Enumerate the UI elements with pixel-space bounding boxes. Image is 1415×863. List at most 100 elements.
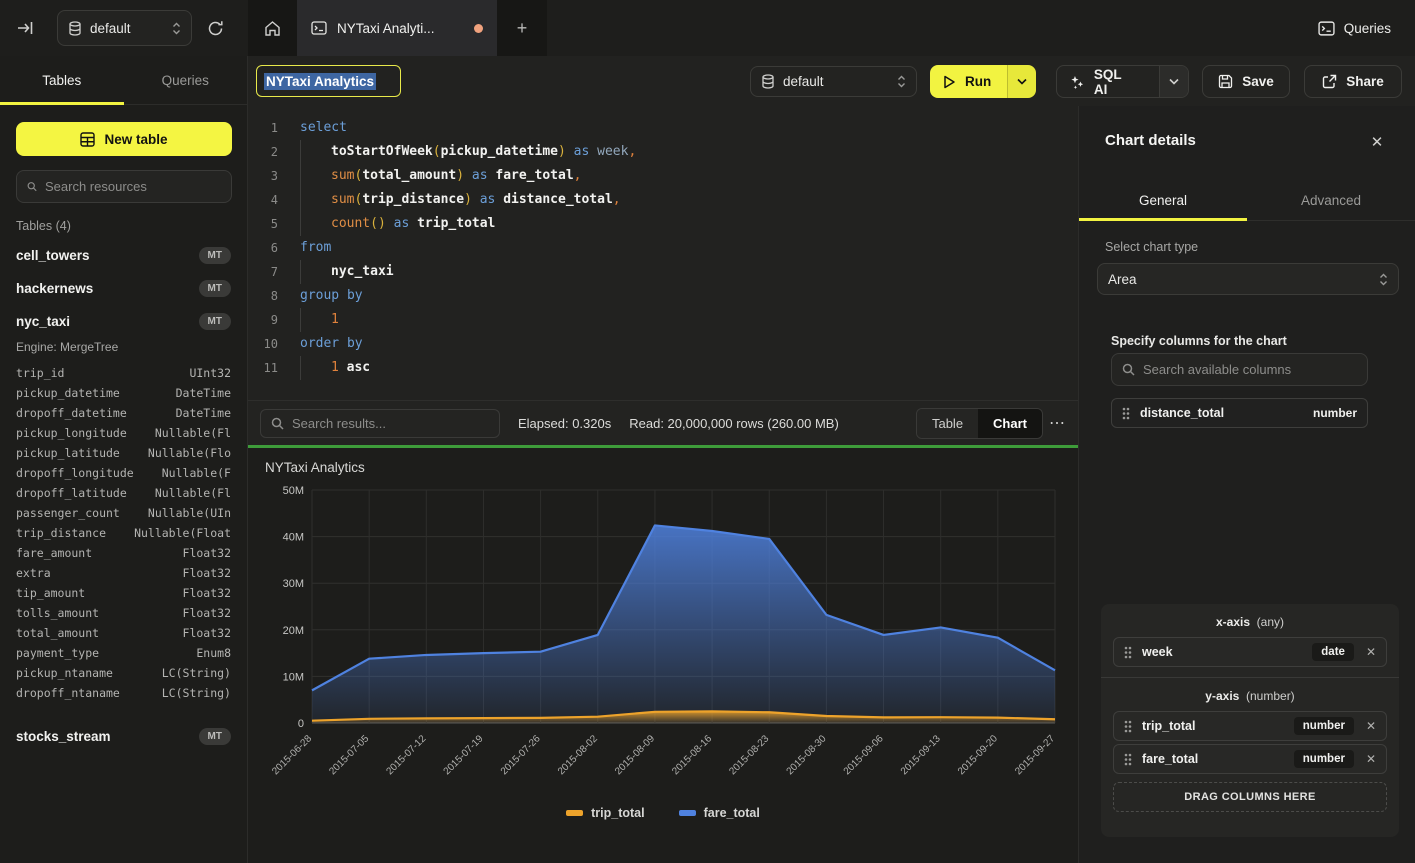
column-name: tip_amount	[16, 586, 85, 606]
new-tab-button[interactable]: +	[497, 0, 547, 56]
topbar-database-value: default	[90, 21, 164, 36]
query-database-selector[interactable]: default	[750, 66, 917, 97]
drag-handle-icon	[1124, 720, 1132, 733]
x-tick-label: 2015-08-16	[670, 733, 714, 777]
sidebar-collapse-button[interactable]	[14, 17, 38, 39]
run-button[interactable]: Run	[930, 65, 1007, 98]
code-token: pickup_datetime	[441, 144, 558, 159]
code-token: (	[370, 216, 378, 231]
code-token	[472, 192, 480, 207]
code-content: group by	[278, 284, 363, 308]
results-more-button[interactable]: ⋯	[1049, 413, 1066, 433]
column-chip[interactable]: weekdate✕	[1113, 637, 1387, 667]
tab-advanced[interactable]: Advanced	[1247, 180, 1415, 220]
table-row[interactable]: stocks_streamMT	[0, 720, 247, 753]
search-icon	[271, 417, 284, 430]
x-tick-label: 2015-09-20	[956, 733, 1000, 777]
column-chip[interactable]: fare_totalnumber✕	[1113, 744, 1387, 774]
code-token: sum	[331, 192, 354, 207]
queries-button[interactable]: Queries	[1318, 13, 1391, 43]
code-token: week	[597, 144, 628, 159]
table-view-button[interactable]: Table	[917, 409, 978, 438]
table-name: stocks_stream	[16, 729, 199, 744]
column-chip-type: number	[1294, 717, 1354, 735]
code-token: )	[378, 216, 386, 231]
columns-search	[1111, 353, 1368, 386]
chart-svg: 010M20M30M40M50M2015-06-282015-07-052015…	[248, 448, 1078, 800]
code-token: order by	[300, 336, 363, 351]
remove-column-button[interactable]: ✕	[1364, 645, 1376, 659]
play-icon	[943, 75, 956, 89]
resource-search-input[interactable]	[45, 179, 221, 194]
query-tab[interactable]: NYTaxi Analyti...	[297, 0, 497, 56]
remove-column-button[interactable]: ✕	[1364, 719, 1376, 733]
run-options-button[interactable]	[1007, 65, 1036, 98]
code-line: 6from	[248, 236, 1078, 260]
engine-badge: MT	[199, 313, 231, 330]
column-chip[interactable]: distance_totalnumber	[1111, 398, 1368, 428]
code-token: ,	[613, 192, 621, 207]
legend-item[interactable]: trip_total	[566, 806, 644, 820]
column-name: dropoff_latitude	[16, 486, 127, 506]
column-row: trip_idUInt32	[16, 366, 231, 386]
save-button[interactable]: Save	[1202, 65, 1290, 98]
indent-guide	[300, 260, 331, 284]
code-content: count() as trip_total	[278, 212, 495, 236]
column-row: tip_amount Float32	[16, 586, 231, 606]
table-row[interactable]: hackernewsMT	[0, 272, 247, 305]
line-number: 7	[248, 260, 278, 284]
sql-editor[interactable]: 1select2toStartOfWeek(pickup_datetime) a…	[248, 106, 1078, 400]
table-row[interactable]: cell_towersMT	[0, 239, 247, 272]
line-number: 9	[248, 308, 278, 332]
column-name: pickup_datetime	[16, 386, 120, 406]
code-token: nyc_taxi	[331, 264, 394, 279]
line-number: 10	[248, 332, 278, 356]
columns-search-input[interactable]	[1143, 362, 1357, 377]
column-name: dropoff_ntaname	[16, 686, 120, 706]
line-number: 8	[248, 284, 278, 308]
x-axis-columns: weekdate✕	[1113, 637, 1387, 667]
column-type: Float32	[183, 586, 231, 606]
results-bar: Elapsed: 0.320s Read: 20,000,000 rows (2…	[248, 400, 1078, 445]
sql-ai-button[interactable]: SQL AI	[1057, 66, 1150, 97]
home-tab[interactable]	[248, 0, 297, 56]
code-token	[386, 216, 394, 231]
available-columns: distance_totalnumber	[1111, 398, 1368, 431]
refresh-button[interactable]	[202, 15, 228, 41]
results-search-input[interactable]	[292, 416, 489, 431]
close-panel-button[interactable]: ✕	[1365, 130, 1389, 154]
query-title-input[interactable]: NYTaxi Analytics	[256, 65, 401, 97]
y-axis-columns: trip_totalnumber✕fare_totalnumber✕	[1113, 711, 1387, 774]
table-row[interactable]: nyc_taxiMT	[0, 305, 247, 338]
column-type: Enum8	[196, 646, 231, 666]
column-row: pickup_longitudeNullable(Fl	[16, 426, 231, 446]
y-tick-label: 20M	[283, 625, 304, 637]
sidebar-tab-queries[interactable]: Queries	[124, 56, 248, 104]
topbar-database-selector[interactable]: default	[57, 10, 192, 46]
chart-view-button[interactable]: Chart	[978, 409, 1042, 438]
chart-details-title: Chart details	[1105, 132, 1196, 149]
columns-section-label: Specify columns for the chart	[1111, 334, 1287, 348]
code-content: 1 asc	[278, 356, 370, 380]
column-name: fare_amount	[16, 546, 92, 566]
column-type: Nullable(Fl	[155, 486, 231, 506]
sidebar-tab-tables[interactable]: Tables	[0, 56, 124, 104]
remove-column-button[interactable]: ✕	[1364, 752, 1376, 766]
share-button[interactable]: Share	[1304, 65, 1402, 98]
new-table-button[interactable]: New table	[16, 122, 232, 156]
column-row: dropoff_ntanameLC(String)	[16, 686, 231, 706]
code-token: asc	[347, 360, 370, 375]
tab-general[interactable]: General	[1079, 180, 1247, 220]
column-row: tolls_amountFloat32	[16, 606, 231, 626]
line-number: 6	[248, 236, 278, 260]
chart-type-select[interactable]: Area	[1097, 263, 1399, 295]
column-name: tolls_amount	[16, 606, 99, 626]
code-token	[339, 360, 347, 375]
code-token: group by	[300, 288, 363, 303]
topbar: default NYTaxi Analyti... + Queries	[0, 0, 1415, 56]
sql-ai-options-button[interactable]	[1159, 66, 1188, 97]
column-chip[interactable]: trip_totalnumber✕	[1113, 711, 1387, 741]
queries-icon	[1318, 21, 1335, 36]
drop-zone[interactable]: DRAG COLUMNS HERE	[1113, 782, 1387, 812]
legend-item[interactable]: fare_total	[679, 806, 760, 820]
